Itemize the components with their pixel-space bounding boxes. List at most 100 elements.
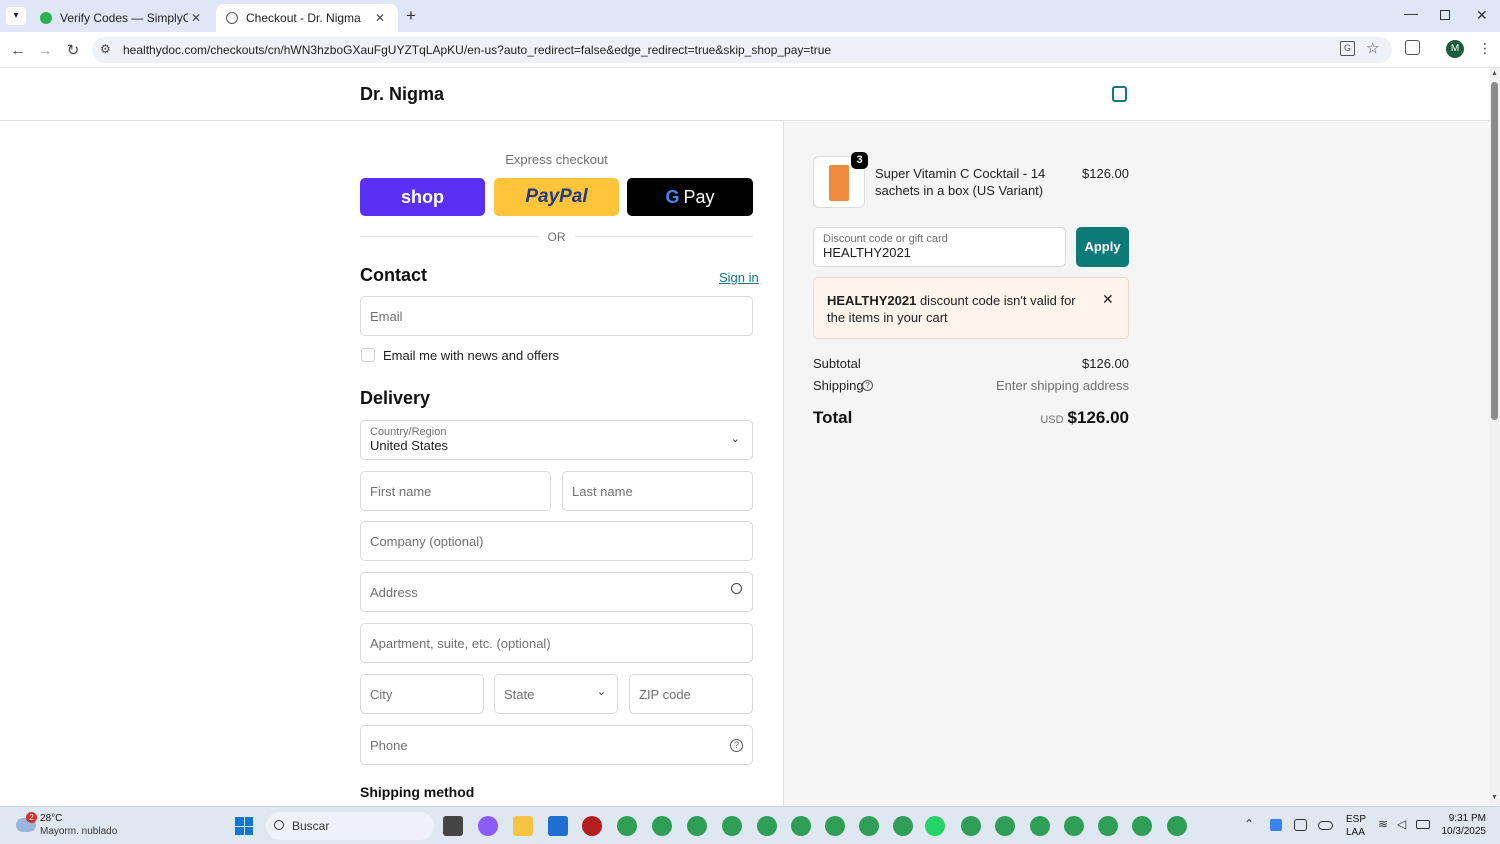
wifi-icon[interactable]: ≋: [1378, 817, 1388, 831]
back-icon[interactable]: ←: [8, 40, 28, 60]
chrome-profile-icon[interactable]: [961, 816, 981, 836]
chrome-profile-icon[interactable]: [652, 816, 672, 836]
whatsapp-icon[interactable]: [925, 816, 945, 836]
shipping-help-icon[interactable]: ?: [862, 380, 873, 391]
chrome-profile-icon[interactable]: [1132, 816, 1152, 836]
restore-icon[interactable]: [1440, 10, 1450, 20]
shipping-method-heading: Shipping method: [360, 784, 475, 800]
weather-temp[interactable]: 28°C: [40, 813, 62, 824]
chrome-profile-icon[interactable]: [1098, 816, 1118, 836]
menu-kebab-icon[interactable]: ⋮: [1478, 40, 1492, 57]
app-red-icon[interactable]: [582, 816, 602, 836]
chrome-profile-icon[interactable]: [617, 816, 637, 836]
close-tab-icon[interactable]: ✕: [372, 11, 388, 25]
tab-checkout[interactable]: Checkout - Dr. Nigma ✕: [216, 4, 398, 32]
weather-desc[interactable]: Mayorm. nublado: [40, 826, 117, 837]
product-box-image: [829, 165, 849, 201]
taskbar-search-box[interactable]: Buscar: [266, 812, 434, 840]
battery-icon[interactable]: [1416, 820, 1430, 829]
tab-simplycodes[interactable]: Verify Codes — SimplyCodes ✕: [30, 4, 214, 32]
translate-icon[interactable]: G: [1340, 41, 1355, 56]
currency-code: USD: [1040, 414, 1064, 426]
paypal-button[interactable]: PayPal: [494, 178, 619, 216]
close-tab-icon[interactable]: ✕: [188, 11, 204, 25]
task-view-icon[interactable]: [443, 816, 463, 836]
address-field[interactable]: Address: [360, 572, 753, 612]
store-icon[interactable]: [548, 816, 568, 836]
checkout-header: Dr. Nigma: [0, 68, 1489, 121]
contact-heading: Contact: [360, 265, 427, 285]
last-name-field[interactable]: Last name: [562, 471, 753, 511]
scrollbar-thumb[interactable]: [1491, 82, 1498, 420]
apply-button[interactable]: Apply: [1076, 227, 1129, 267]
onedrive-cloud-icon[interactable]: [1318, 821, 1333, 830]
google-pay-button[interactable]: G Pay: [627, 178, 753, 216]
email-field[interactable]: Email: [360, 296, 753, 336]
city-field[interactable]: City: [360, 674, 484, 714]
subtotal-value: $126.00: [1082, 356, 1129, 371]
chrome-profile-icon[interactable]: [757, 816, 777, 836]
forward-icon[interactable]: →: [35, 40, 55, 60]
discount-value: HEALTHY2021: [823, 245, 911, 260]
company-field[interactable]: Company (optional): [360, 521, 753, 561]
product-name: Super Vitamin C Cocktail - 14 sachets in…: [875, 166, 1046, 198]
scroll-down-arrow[interactable]: ▼: [1491, 794, 1498, 801]
chrome-profile-icon[interactable]: [722, 816, 742, 836]
city-placeholder: City: [370, 686, 393, 702]
tray-chevron-icon[interactable]: ⌃: [1244, 817, 1254, 831]
store-name[interactable]: Dr. Nigma: [360, 84, 444, 105]
chrome-profile-icon[interactable]: [791, 816, 811, 836]
extensions-icon[interactable]: [1405, 40, 1420, 55]
chrome-profile-icon[interactable]: [859, 816, 879, 836]
state-select[interactable]: State ⌄: [494, 674, 618, 714]
divider-line: [575, 236, 753, 237]
close-alert-icon[interactable]: ✕: [1102, 291, 1114, 308]
new-tab-icon[interactable]: +: [406, 6, 416, 26]
clock-time[interactable]: 9:31 PM: [1440, 813, 1486, 824]
chrome-profile-icon[interactable]: [1167, 816, 1187, 836]
gpay-label: Pay: [683, 186, 715, 207]
country-select[interactable]: Country/Region United States ⌄: [360, 420, 753, 460]
taskbar-search-placeholder: Buscar: [292, 819, 330, 833]
chrome-profile-icon[interactable]: [825, 816, 845, 836]
chrome-profile-icon[interactable]: [995, 816, 1015, 836]
newsletter-checkbox[interactable]: [361, 348, 375, 362]
order-summary-panel: [783, 121, 1489, 806]
chrome-profile-icon[interactable]: [893, 816, 913, 836]
express-checkout-heading: Express checkout: [505, 152, 608, 167]
close-window-icon[interactable]: ✕: [1476, 7, 1488, 24]
url-text[interactable]: healthydoc.com/checkouts/cn/hWN3hzboGXau…: [123, 43, 831, 57]
cart-bag-icon[interactable]: [1112, 86, 1127, 102]
address-placeholder: Address: [370, 584, 418, 600]
chrome-profile-icon[interactable]: [687, 816, 707, 836]
clock-date[interactable]: 10/3/2025: [1436, 826, 1487, 837]
tab-search-icon[interactable]: ▾: [6, 7, 26, 25]
tray-sync-icon[interactable]: [1294, 819, 1307, 831]
language-bottom[interactable]: LAA: [1346, 827, 1365, 838]
file-explorer-icon[interactable]: [513, 816, 533, 836]
chrome-profile-icon[interactable]: [1064, 816, 1084, 836]
profile-avatar[interactable]: M: [1446, 40, 1464, 58]
start-windows-icon[interactable]: [235, 817, 253, 835]
language-top[interactable]: ESP: [1346, 814, 1366, 825]
shop-pay-button[interactable]: shop: [360, 178, 485, 216]
page-scrollbar[interactable]: ▲ ▼: [1489, 68, 1500, 806]
chrome-profile-icon[interactable]: [1030, 816, 1050, 836]
tray-app-icon[interactable]: [1270, 819, 1282, 831]
reload-icon[interactable]: ↻: [63, 40, 83, 60]
scroll-up-arrow[interactable]: ▲: [1491, 70, 1498, 77]
discount-field[interactable]: Discount code or gift card HEALTHY2021: [813, 227, 1066, 267]
sign-in-link[interactable]: Sign in: [719, 270, 759, 285]
browser-tab-bar: ▾ Verify Codes — SimplyCodes ✕ Checkout …: [0, 0, 1500, 32]
bookmark-star-icon[interactable]: ☆: [1366, 39, 1379, 57]
zip-field[interactable]: ZIP code: [629, 674, 753, 714]
help-circle-icon[interactable]: ?: [730, 739, 743, 752]
copilot-icon[interactable]: [478, 816, 498, 836]
phone-field[interactable]: Phone ?: [360, 725, 753, 765]
volume-icon[interactable]: ◁: [1397, 817, 1406, 831]
minimize-icon[interactable]: —: [1404, 5, 1418, 21]
apartment-field[interactable]: Apartment, suite, etc. (optional): [360, 623, 753, 663]
error-message: HEALTHY2021 discount code isn't valid fo…: [827, 292, 1077, 326]
site-info-icon[interactable]: ⚙: [100, 42, 111, 56]
first-name-field[interactable]: First name: [360, 471, 551, 511]
